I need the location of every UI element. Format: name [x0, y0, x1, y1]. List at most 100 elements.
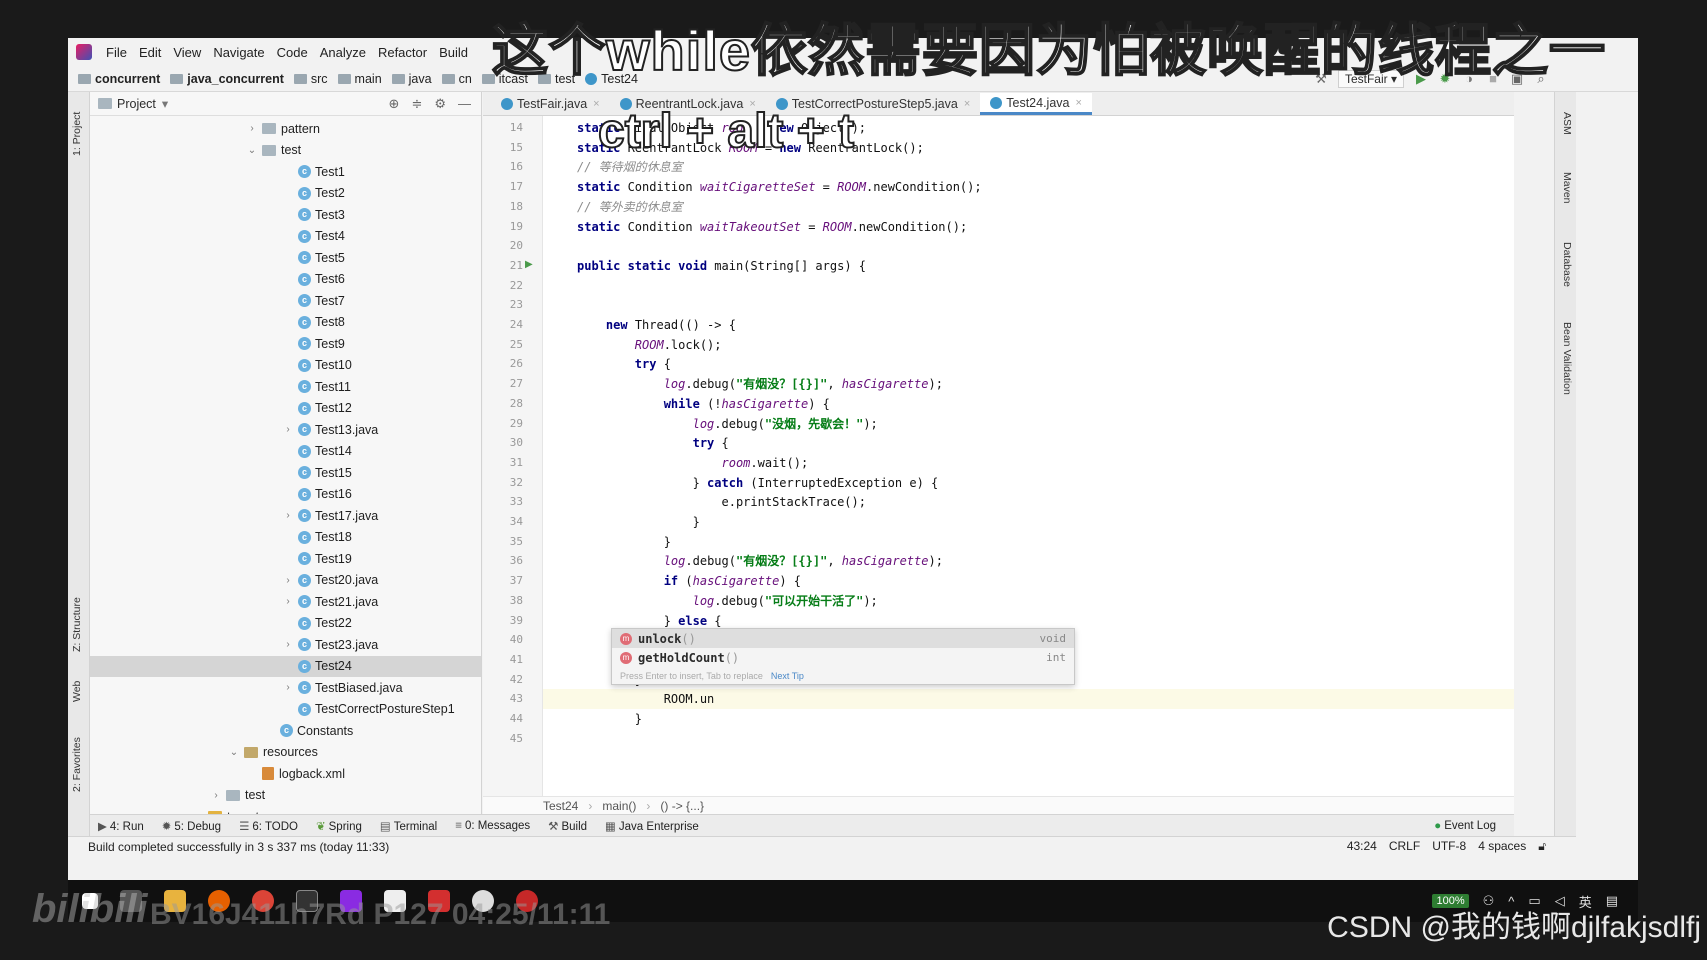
project-view-select[interactable]: Project: [117, 97, 156, 111]
tab-bean-validation-tool[interactable]: Bean Validation: [1561, 322, 1573, 395]
tab-favorites-tool[interactable]: 2: Favorites: [71, 737, 83, 792]
code-line[interactable]: // 等外卖的休息室: [577, 197, 683, 217]
tree-item[interactable]: c Test8: [90, 312, 481, 334]
code-line[interactable]: try {: [577, 354, 671, 374]
tree-item[interactable]: › pattern: [90, 118, 481, 140]
code-line[interactable]: log.debug("可以开始干活了");: [577, 591, 878, 611]
crumb-main[interactable]: main: [337, 72, 382, 86]
tab-project-tool[interactable]: 1: Project: [71, 112, 83, 156]
tab-maven-tool[interactable]: Maven: [1561, 172, 1573, 204]
crumb-lambda[interactable]: () -> {...}: [660, 799, 704, 813]
tool-todo[interactable]: ☰ 6: TODO: [239, 819, 298, 833]
chevron-right-icon[interactable]: ›: [282, 510, 294, 521]
code-line[interactable]: }: [577, 709, 642, 729]
crumb-method-main[interactable]: main(): [602, 799, 636, 813]
indent-setting[interactable]: 4 spaces: [1478, 839, 1526, 854]
chevron-right-icon[interactable]: ›: [210, 790, 222, 801]
chevron-right-icon[interactable]: ›: [282, 596, 294, 607]
tree-item[interactable]: c Test9: [90, 333, 481, 355]
code-line[interactable]: if (hasCigarette) {: [577, 571, 801, 591]
chevron-right-icon[interactable]: ›: [246, 123, 258, 134]
lock-icon[interactable]: 🔓︎: [1538, 839, 1546, 854]
tree-item[interactable]: c Test3: [90, 204, 481, 226]
code-line[interactable]: while (!hasCigarette) {: [577, 394, 830, 414]
tree-item[interactable]: › c Test17.java: [90, 505, 481, 527]
tool-java-enterprise[interactable]: ▦ Java Enterprise: [605, 819, 699, 833]
hide-icon[interactable]: —: [458, 96, 471, 112]
code-line[interactable]: ROOM.lock();: [577, 335, 722, 355]
code-line[interactable]: log.debug("有烟没？[{}]", hasCigarette);: [577, 374, 943, 394]
menu-refactor[interactable]: Refactor: [378, 45, 427, 60]
code-line[interactable]: }: [577, 532, 671, 552]
gear-icon[interactable]: ⚙: [434, 96, 446, 112]
tool-spring[interactable]: ❦ Spring: [316, 819, 362, 833]
collapse-icon[interactable]: ≑: [411, 96, 422, 112]
code-line[interactable]: room.wait();: [577, 453, 809, 473]
tree-item[interactable]: c Test16: [90, 484, 481, 506]
tree-item[interactable]: c TestCorrectPostureStep1: [90, 699, 481, 721]
code-line[interactable]: try {: [577, 433, 729, 453]
chevron-down-icon[interactable]: ⌄: [228, 747, 240, 758]
menu-edit[interactable]: Edit: [139, 45, 161, 60]
crumb-java[interactable]: java: [391, 72, 432, 86]
chevron-right-icon[interactable]: ›: [282, 424, 294, 435]
status-message[interactable]: Build completed successfully in 3 s 337 …: [88, 840, 389, 854]
code-area[interactable]: static final Object room = new Object();…: [543, 116, 1514, 796]
menu-view[interactable]: View: [173, 45, 201, 60]
chevron-right-icon[interactable]: ›: [282, 639, 294, 650]
code-line[interactable]: log.debug("没烟，先歇会！");: [577, 414, 878, 434]
code-line[interactable]: }: [577, 512, 700, 532]
tab-database-tool[interactable]: Database: [1561, 242, 1573, 287]
tree-item[interactable]: logback.xml: [90, 763, 481, 785]
menu-build[interactable]: Build: [439, 45, 468, 60]
completion-item-unlock[interactable]: m unlock() void: [612, 629, 1074, 648]
crumb-project[interactable]: concurrent: [78, 72, 160, 86]
caret-position[interactable]: 43:24: [1347, 839, 1377, 854]
close-icon[interactable]: ×: [964, 98, 970, 110]
crumb-cn[interactable]: cn: [441, 72, 472, 86]
editor-tab[interactable]: TestFair.java ×: [491, 93, 610, 115]
tool-terminal[interactable]: ▤ Terminal: [380, 819, 437, 833]
tree-item[interactable]: c Test15: [90, 462, 481, 484]
tree-item[interactable]: c Test22: [90, 613, 481, 635]
code-line[interactable]: new Thread(() -> {: [577, 315, 736, 335]
tab-structure-tool[interactable]: Z: Structure: [71, 597, 83, 652]
tree-item[interactable]: c Test2: [90, 183, 481, 205]
line-separator[interactable]: CRLF: [1389, 839, 1420, 854]
tool-debug[interactable]: ✹ 5: Debug: [162, 819, 221, 833]
crumb-src[interactable]: src: [293, 72, 328, 86]
tree-item[interactable]: › c Test21.java: [90, 591, 481, 613]
tree-item[interactable]: c Test11: [90, 376, 481, 398]
tree-item[interactable]: c Test24: [90, 655, 481, 677]
tool-build[interactable]: ⚒ Build: [548, 819, 587, 833]
crumb-module[interactable]: java_concurrent: [170, 72, 284, 86]
file-encoding[interactable]: UTF-8: [1432, 839, 1466, 854]
code-line[interactable]: e.printStackTrace();: [577, 492, 866, 512]
tree-item[interactable]: c Constants: [90, 720, 481, 742]
tab-asm-tool[interactable]: ASM: [1561, 112, 1573, 135]
tree-item[interactable]: ⌄ test: [90, 140, 481, 162]
tree-item[interactable]: c Test5: [90, 247, 481, 269]
tree-item[interactable]: c Test12: [90, 398, 481, 420]
menu-file[interactable]: File: [106, 45, 127, 60]
editor-tab[interactable]: Test24.java ×: [980, 93, 1092, 115]
chevron-right-icon[interactable]: ›: [282, 575, 294, 586]
code-line[interactable]: static Condition waitCigaretteSet = ROOM…: [577, 177, 982, 197]
close-icon[interactable]: ×: [1075, 97, 1081, 109]
tree-item[interactable]: c Test14: [90, 441, 481, 463]
crumb-class-test24[interactable]: Test24: [543, 799, 578, 813]
run-gutter-icon[interactable]: ▶: [525, 259, 533, 270]
code-line[interactable]: static Condition waitTakeoutSet = ROOM.n…: [577, 217, 967, 237]
tree-item[interactable]: › test: [90, 785, 481, 807]
tree-item[interactable]: c Test7: [90, 290, 481, 312]
tree-item[interactable]: › c Test13.java: [90, 419, 481, 441]
menu-code[interactable]: Code: [277, 45, 308, 60]
tree-item[interactable]: › c Test23.java: [90, 634, 481, 656]
code-line[interactable]: public static void main(String[] args) {: [577, 256, 866, 276]
tree-item[interactable]: c Test10: [90, 355, 481, 377]
tree-item[interactable]: c Test19: [90, 548, 481, 570]
tree-item[interactable]: ⌄ resources: [90, 742, 481, 764]
code-line[interactable]: ROOM.un: [577, 689, 715, 709]
tree-item[interactable]: c Test18: [90, 527, 481, 549]
chevron-down-icon[interactable]: ▾: [162, 96, 168, 111]
